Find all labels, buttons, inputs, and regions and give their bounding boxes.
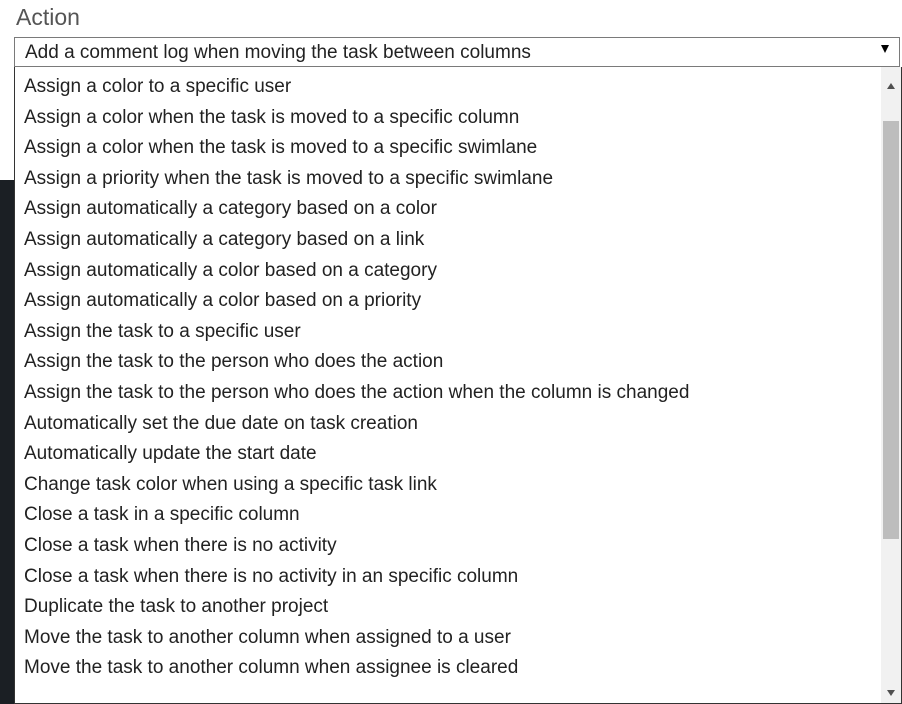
dropdown-option[interactable]: Close a task when there is no activity i… (15, 562, 881, 593)
dropdown-option[interactable]: Assign automatically a category based on… (15, 194, 881, 225)
dropdown-option[interactable]: Assign the task to a specific user (15, 317, 881, 348)
dropdown-option[interactable]: Automatically update the start date (15, 439, 881, 470)
scroll-down-icon[interactable] (887, 690, 895, 696)
dropdown-option[interactable]: Assign the task to the person who does t… (15, 347, 881, 378)
dropdown-option[interactable]: Assign a priority when the task is moved… (15, 164, 881, 195)
dropdown-option[interactable]: Assign a color to a specific user (15, 72, 881, 103)
vertical-scrollbar[interactable] (881, 67, 901, 703)
field-label-action: Action (16, 4, 80, 30)
dropdown-option[interactable]: Change task color when using a specific … (15, 470, 881, 501)
dropdown-option[interactable]: Move the task to another column when ass… (15, 623, 881, 654)
background-panel-edge (0, 180, 14, 704)
scroll-up-icon[interactable] (887, 83, 895, 89)
chevron-down-icon (881, 45, 889, 53)
dropdown-option[interactable]: Close a task when there is no activity (15, 531, 881, 562)
dropdown-option[interactable]: Assign a color when the task is moved to… (15, 133, 881, 164)
options-container: Assign a color to a specific user Assign … (15, 72, 881, 684)
dropdown-list[interactable]: Assign a color to a specific user Assign … (14, 67, 902, 704)
dropdown-option[interactable]: Assign automatically a category based on… (15, 225, 881, 256)
dropdown-option[interactable]: Close a task in a specific column (15, 500, 881, 531)
dropdown-option[interactable]: Automatically set the due date on task c… (15, 409, 881, 440)
dropdown-option[interactable]: Assign automatically a color based on a … (15, 286, 881, 317)
dropdown-option[interactable]: Assign automatically a color based on a … (15, 256, 881, 287)
dropdown-option[interactable]: Assign the task to the person who does t… (15, 378, 881, 409)
dropdown-option[interactable]: Assign a color when the task is moved to… (15, 103, 881, 134)
action-select[interactable]: Add a comment log when moving the task b… (14, 37, 900, 67)
dropdown-option[interactable]: Move the task to another column when ass… (15, 653, 881, 684)
scrollbar-thumb[interactable] (883, 121, 899, 539)
dropdown-option[interactable]: Duplicate the task to another project (15, 592, 881, 623)
select-selected-value: Add a comment log when moving the task b… (25, 42, 531, 63)
